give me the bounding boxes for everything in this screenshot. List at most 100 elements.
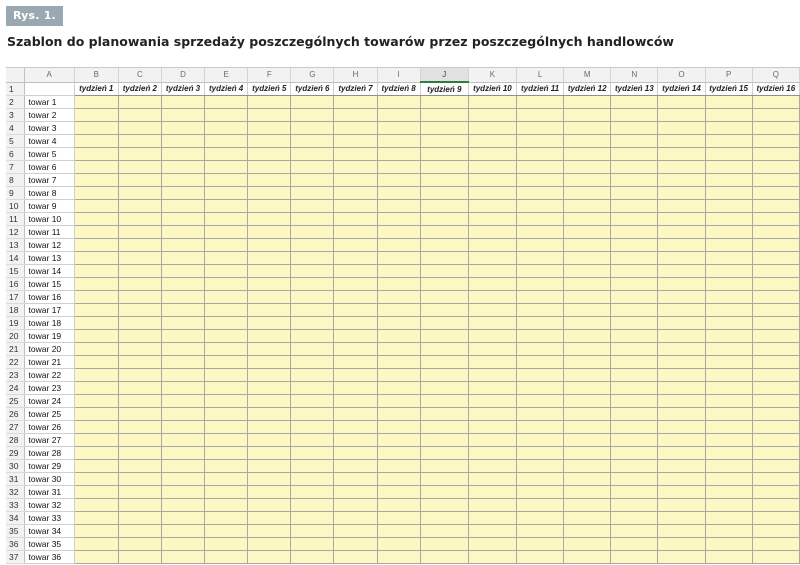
sales-plan-cell[interactable] <box>74 160 119 174</box>
sales-plan-cell[interactable] <box>377 264 421 278</box>
sales-plan-cell[interactable] <box>204 511 249 525</box>
sales-plan-cell[interactable] <box>610 277 659 291</box>
sales-plan-cell[interactable] <box>377 459 421 473</box>
sales-plan-cell[interactable] <box>420 160 469 174</box>
sales-plan-cell[interactable] <box>161 407 206 421</box>
week-header-cell[interactable]: tydzień 15 <box>705 82 753 96</box>
product-name-cell[interactable]: towar 13 <box>24 251 75 265</box>
sales-plan-cell[interactable] <box>420 368 469 382</box>
sales-plan-cell[interactable] <box>752 368 800 382</box>
sales-plan-cell[interactable] <box>377 472 421 486</box>
sales-plan-cell[interactable] <box>420 199 469 213</box>
sales-plan-cell[interactable] <box>74 355 119 369</box>
sales-plan-cell[interactable] <box>74 537 119 551</box>
sales-plan-cell[interactable] <box>377 498 421 512</box>
sales-plan-cell[interactable] <box>610 394 659 408</box>
sales-plan-cell[interactable] <box>204 537 249 551</box>
sales-plan-cell[interactable] <box>161 329 206 343</box>
sales-plan-cell[interactable] <box>290 251 335 265</box>
sales-plan-cell[interactable] <box>657 446 706 460</box>
sales-plan-cell[interactable] <box>74 134 119 148</box>
sales-plan-cell[interactable] <box>468 134 517 148</box>
column-header-l[interactable]: L <box>516 68 565 83</box>
sales-plan-cell[interactable] <box>377 147 421 161</box>
sales-plan-cell[interactable] <box>118 147 162 161</box>
sales-plan-cell[interactable] <box>118 212 162 226</box>
sales-plan-cell[interactable] <box>247 381 292 395</box>
row-number[interactable]: 29 <box>6 446 25 460</box>
sales-plan-cell[interactable] <box>74 277 119 291</box>
sales-plan-cell[interactable] <box>657 264 706 278</box>
product-name-cell[interactable]: towar 31 <box>24 485 75 499</box>
sales-plan-cell[interactable] <box>204 472 249 486</box>
sales-plan-cell[interactable] <box>333 485 378 499</box>
sales-plan-cell[interactable] <box>610 459 659 473</box>
sales-plan-cell[interactable] <box>610 212 659 226</box>
sales-plan-cell[interactable] <box>657 368 706 382</box>
sales-plan-cell[interactable] <box>118 420 162 434</box>
sales-plan-cell[interactable] <box>204 121 249 135</box>
sales-plan-cell[interactable] <box>420 290 469 304</box>
sales-plan-cell[interactable] <box>657 173 706 187</box>
sales-plan-cell[interactable] <box>74 108 119 122</box>
sales-plan-cell[interactable] <box>118 264 162 278</box>
sales-plan-cell[interactable] <box>752 381 800 395</box>
sales-plan-cell[interactable] <box>161 186 206 200</box>
sales-plan-cell[interactable] <box>204 186 249 200</box>
sales-plan-cell[interactable] <box>752 316 800 330</box>
spreadsheet-grid[interactable]: ABCDEFGHIJKLMNOPQ 1 tydzień 1 tydzień 2 tyd… <box>6 67 800 565</box>
sales-plan-cell[interactable] <box>563 381 612 395</box>
row-number[interactable]: 27 <box>6 420 25 434</box>
sales-plan-cell[interactable] <box>333 459 378 473</box>
sales-plan-cell[interactable] <box>516 355 565 369</box>
sales-plan-cell[interactable] <box>610 160 659 174</box>
sales-plan-cell[interactable] <box>752 472 800 486</box>
sales-plan-cell[interactable] <box>752 160 800 174</box>
sales-plan-cell[interactable] <box>247 433 292 447</box>
sales-plan-cell[interactable] <box>657 95 706 109</box>
sales-plan-cell[interactable] <box>118 108 162 122</box>
sales-plan-cell[interactable] <box>563 147 612 161</box>
sales-plan-cell[interactable] <box>247 498 292 512</box>
sales-plan-cell[interactable] <box>74 225 119 239</box>
week-header-cell[interactable]: tydzień 14 <box>657 82 706 96</box>
sales-plan-cell[interactable] <box>516 433 565 447</box>
sales-plan-cell[interactable] <box>468 316 517 330</box>
sales-plan-cell[interactable] <box>610 420 659 434</box>
sales-plan-cell[interactable] <box>74 147 119 161</box>
sales-plan-cell[interactable] <box>705 147 753 161</box>
sales-plan-cell[interactable] <box>377 173 421 187</box>
sales-plan-cell[interactable] <box>420 316 469 330</box>
sales-plan-cell[interactable] <box>752 147 800 161</box>
column-header-g[interactable]: G <box>290 68 335 83</box>
sales-plan-cell[interactable] <box>247 394 292 408</box>
sales-plan-cell[interactable] <box>74 186 119 200</box>
week-header-cell[interactable]: tydzień 9 <box>420 82 469 96</box>
sales-plan-cell[interactable] <box>204 290 249 304</box>
sales-plan-cell[interactable] <box>161 524 206 538</box>
sales-plan-cell[interactable] <box>563 368 612 382</box>
sales-plan-cell[interactable] <box>705 238 753 252</box>
sales-plan-cell[interactable] <box>468 173 517 187</box>
sales-plan-cell[interactable] <box>752 199 800 213</box>
sales-plan-cell[interactable] <box>657 303 706 317</box>
sales-plan-cell[interactable] <box>333 524 378 538</box>
sales-plan-cell[interactable] <box>420 95 469 109</box>
sales-plan-cell[interactable] <box>377 199 421 213</box>
sales-plan-cell[interactable] <box>247 316 292 330</box>
sales-plan-cell[interactable] <box>420 537 469 551</box>
sales-plan-cell[interactable] <box>610 355 659 369</box>
column-header-d[interactable]: D <box>161 68 206 83</box>
sales-plan-cell[interactable] <box>468 147 517 161</box>
sales-plan-cell[interactable] <box>563 95 612 109</box>
sales-plan-cell[interactable] <box>752 420 800 434</box>
sales-plan-cell[interactable] <box>118 459 162 473</box>
sales-plan-cell[interactable] <box>118 394 162 408</box>
sales-plan-cell[interactable] <box>290 381 335 395</box>
sales-plan-cell[interactable] <box>657 134 706 148</box>
sales-plan-cell[interactable] <box>290 264 335 278</box>
sales-plan-cell[interactable] <box>752 303 800 317</box>
sales-plan-cell[interactable] <box>118 199 162 213</box>
column-header-e[interactable]: E <box>204 68 249 83</box>
sales-plan-cell[interactable] <box>290 550 335 564</box>
